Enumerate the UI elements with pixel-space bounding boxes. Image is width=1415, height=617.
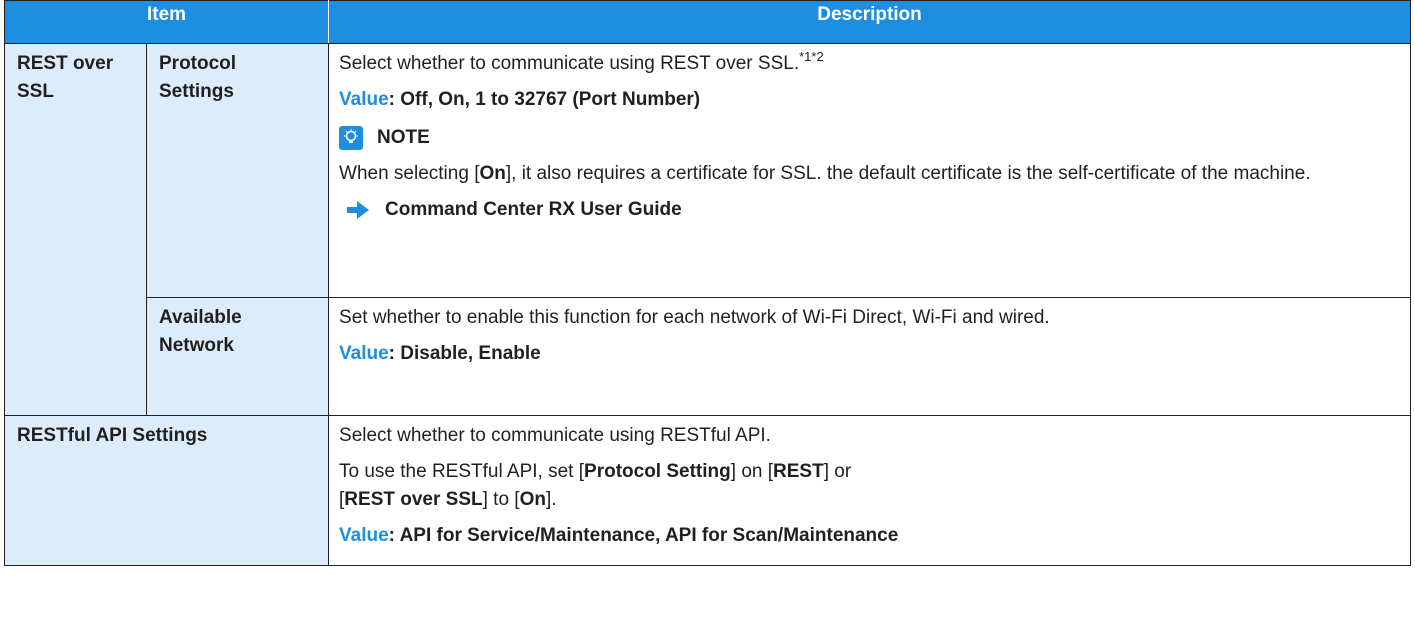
value-line: Value: Disable, Enable (339, 343, 541, 364)
note-text: When selecting [On], it also requires a … (339, 163, 1311, 184)
description-text: Set whether to enable this function for … (339, 307, 1050, 328)
row-label-rest-over-ssl: REST over SSL (4, 43, 147, 416)
note-label: NOTE (377, 127, 430, 148)
settings-table: Item Description REST over SSL Protocol … (3, 0, 1412, 566)
arrow-right-icon (347, 201, 370, 219)
table-row: Available Network Set whether to enable … (5, 297, 1412, 416)
table-row: RESTful API Settings Select whether to c… (3, 415, 1412, 566)
description-text: Select whether to communicate using REST… (339, 49, 824, 74)
description-text: [REST over SSL] to [On]. (339, 489, 557, 510)
header-item: Item (3, 0, 330, 44)
value-line: Value: API for Service/Maintenance, API … (339, 525, 899, 546)
description-cell: Select whether to communicate using REST… (328, 43, 1412, 298)
reference-link[interactable]: Command Center RX User Guide (385, 196, 682, 224)
lightbulb-icon (339, 126, 364, 150)
table-row: REST over SSL Protocol Settings Select w… (4, 43, 1412, 416)
table-header-row: Item Description (3, 0, 1412, 44)
note-heading: NOTE (339, 118, 1400, 156)
footnote-ref: *1*2 (799, 49, 824, 64)
description-text: Select whether to communicate using REST… (339, 425, 771, 446)
description-text: To use the RESTful API, set [Protocol Se… (339, 461, 852, 482)
row-label-available-network: Available Network (145, 297, 330, 416)
description-cell: Set whether to enable this function for … (328, 297, 1412, 416)
row-label-protocol-settings: Protocol Settings (145, 43, 330, 298)
row-label-restful-api-settings: RESTful API Settings (3, 415, 330, 566)
reference-line: Command Center RX User Guide (339, 192, 1400, 226)
header-description: Description (328, 0, 1412, 44)
description-cell: Select whether to communicate using REST… (328, 415, 1412, 566)
value-line: Value: Off, On, 1 to 32767 (Port Number) (339, 89, 701, 110)
